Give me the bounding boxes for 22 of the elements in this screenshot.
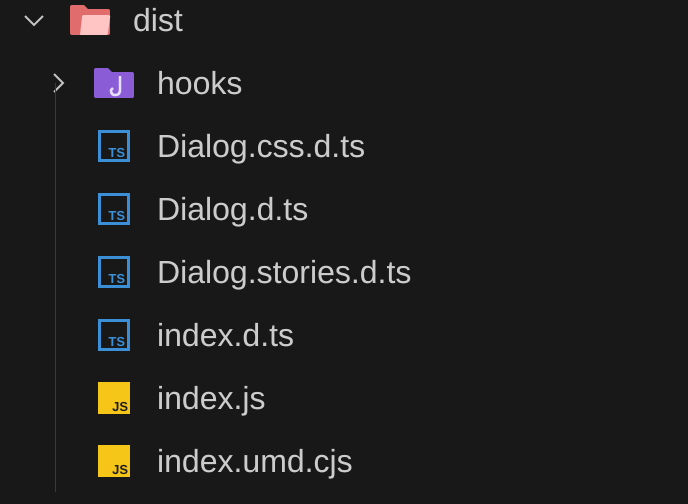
file-row[interactable]: JS index.js — [0, 366, 688, 429]
folder-row[interactable]: hooks — [0, 51, 688, 114]
item-label: index.d.ts — [157, 316, 294, 354]
item-label: dist — [133, 0, 183, 40]
typescript-file-icon: TS — [98, 192, 130, 224]
typescript-file-icon: TS — [98, 130, 130, 162]
item-label: hooks — [157, 64, 242, 102]
item-label: Dialog.css.d.ts — [157, 126, 366, 166]
file-row[interactable]: TS Dialog.stories.d.ts — [0, 240, 688, 303]
file-row[interactable]: TS Dialog.css.d.ts — [0, 114, 688, 177]
javascript-file-icon: JS — [98, 444, 130, 476]
folder-row[interactable]: dist — [0, 0, 688, 51]
item-label: index.umd.cjs — [157, 442, 353, 481]
javascript-file-icon: JS — [98, 382, 130, 414]
file-row[interactable]: TS Dialog.d.ts — [0, 177, 688, 240]
item-label: Dialog.stories.d.ts — [157, 252, 412, 292]
item-label: Dialog.d.ts — [157, 190, 308, 229]
file-row[interactable]: TS index.d.ts — [0, 303, 688, 366]
typescript-file-icon: TS — [98, 318, 130, 350]
item-label: index.js — [157, 378, 266, 418]
typescript-file-icon: TS — [98, 256, 130, 288]
file-row[interactable]: JS index.umd.cjs — [0, 429, 688, 492]
